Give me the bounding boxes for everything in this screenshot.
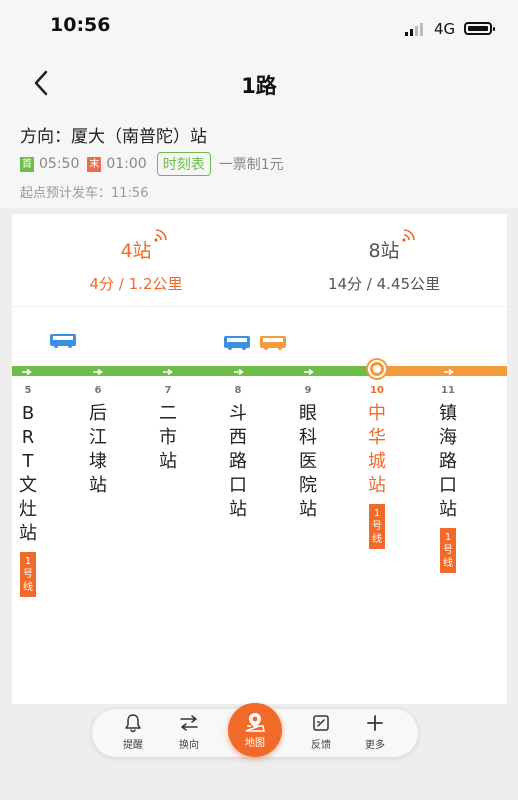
arrival-detail-1: 4分 / 1.2公里	[89, 275, 183, 293]
route-direction: 方向：厦大（南普陀）站	[20, 127, 207, 147]
direction-arrow-icon	[444, 369, 454, 375]
page-title: 1路	[241, 74, 277, 98]
direction-arrow-icon	[22, 369, 32, 375]
reverse-direction-button[interactable]: 换向	[164, 713, 214, 751]
direction-arrow-icon	[93, 369, 103, 375]
plus-icon	[367, 715, 383, 731]
stop-item[interactable]: 11 镇海路口站 1号线	[428, 384, 468, 573]
metro-line-badge: 1号线	[20, 552, 36, 597]
network-type: 4G	[434, 20, 456, 38]
status-bar: 10:56 4G	[0, 0, 518, 58]
service-info: 首 05:50 末 01:00 时刻表 一票制1元	[20, 152, 284, 176]
divider	[12, 306, 507, 307]
last-bus-tag: 末	[87, 156, 102, 172]
bus-icon[interactable]	[224, 336, 250, 350]
stop-number: 7	[164, 385, 172, 396]
map-label: 地图	[245, 738, 265, 749]
stop-item[interactable]: 5 BRT文灶站 1号线	[8, 384, 48, 597]
first-bus-tag: 首	[20, 156, 34, 172]
stop-item[interactable]: 8 斗西路口站	[218, 384, 258, 522]
reverse-label: 换向	[179, 740, 199, 751]
stop-number: 11	[441, 385, 455, 396]
swap-arrows-icon	[180, 715, 198, 731]
arrival-stops-1: 4站	[120, 229, 167, 263]
metro-line-badge: 1号线	[440, 528, 456, 573]
stop-name: 斗西路口站	[229, 403, 247, 520]
stop-name: BRT文灶站	[19, 403, 37, 544]
more-button[interactable]: 更多	[350, 713, 400, 751]
map-pin-icon	[245, 713, 265, 732]
direction-arrow-icon	[163, 369, 173, 375]
edit-note-icon	[313, 715, 329, 731]
feedback-button[interactable]: 反馈	[296, 713, 346, 751]
remind-button[interactable]: 提醒	[108, 713, 158, 751]
remind-label: 提醒	[123, 740, 143, 751]
stop-name: 二市站	[159, 403, 177, 472]
arrival-detail-2: 14分 / 4.45公里	[327, 275, 441, 293]
stop-name: 后江埭站	[89, 403, 107, 496]
stop-name: 镇海路口站	[439, 403, 457, 520]
stop-item-current[interactable]: 10 中华城站 1号线	[357, 384, 397, 549]
feedback-label: 反馈	[311, 740, 331, 751]
status-time: 10:56	[50, 14, 111, 36]
bus-icon[interactable]	[260, 336, 286, 350]
route-header: 1路 方向：厦大（南普陀）站 首 05:50 末 01:00 时刻表 一票制1元…	[0, 58, 518, 208]
bell-icon	[125, 714, 141, 733]
stop-number: 6	[94, 385, 102, 396]
stop-item[interactable]: 9 眼科医院站	[288, 384, 328, 522]
stop-name: 中华城站	[368, 403, 386, 496]
direction-arrow-icon	[304, 369, 314, 375]
route-line-passed	[12, 366, 377, 376]
arrival-stops-2: 8站	[368, 229, 415, 263]
stop-number: 8	[234, 385, 242, 396]
stop-name: 眼科医院站	[299, 403, 317, 520]
stop-item[interactable]: 7 二市站	[148, 384, 188, 474]
battery-icon	[464, 22, 495, 35]
realtime-signal-icon	[401, 229, 415, 242]
signal-icon	[405, 22, 423, 36]
realtime-signal-icon	[153, 229, 167, 242]
last-bus-time: 01:00	[106, 156, 147, 172]
bottom-toolbar: 提醒 换向 地图 反馈 更多	[92, 703, 418, 757]
timetable-button[interactable]: 时刻表	[156, 152, 211, 176]
stop-item[interactable]: 6 后江埭站	[78, 384, 118, 498]
departure-time: 起点预计发车：11:56	[20, 186, 149, 201]
fare-info: 一票制1元	[218, 157, 284, 173]
stop-number: 5	[24, 385, 32, 396]
arrival-info-2[interactable]: 8站 14分 / 4.45公里	[260, 214, 508, 304]
current-stop-marker	[368, 360, 386, 378]
route-line-ahead	[377, 366, 507, 376]
stop-number: 10	[370, 385, 384, 396]
first-bus-time: 05:50	[39, 156, 80, 172]
bus-icon[interactable]	[50, 334, 76, 348]
stop-number: 9	[304, 385, 312, 396]
more-label: 更多	[365, 740, 385, 751]
metro-line-badge: 1号线	[369, 504, 385, 549]
arrival-info-1[interactable]: 4站 4分 / 1.2公里	[12, 214, 260, 304]
home-indicator-area	[0, 770, 518, 800]
direction-arrow-icon	[234, 369, 244, 375]
map-button[interactable]: 地图	[228, 703, 282, 757]
route-card: 4站 4分 / 1.2公里 8站 14分 / 4.45公里 5 B R T 文 …	[12, 214, 507, 704]
